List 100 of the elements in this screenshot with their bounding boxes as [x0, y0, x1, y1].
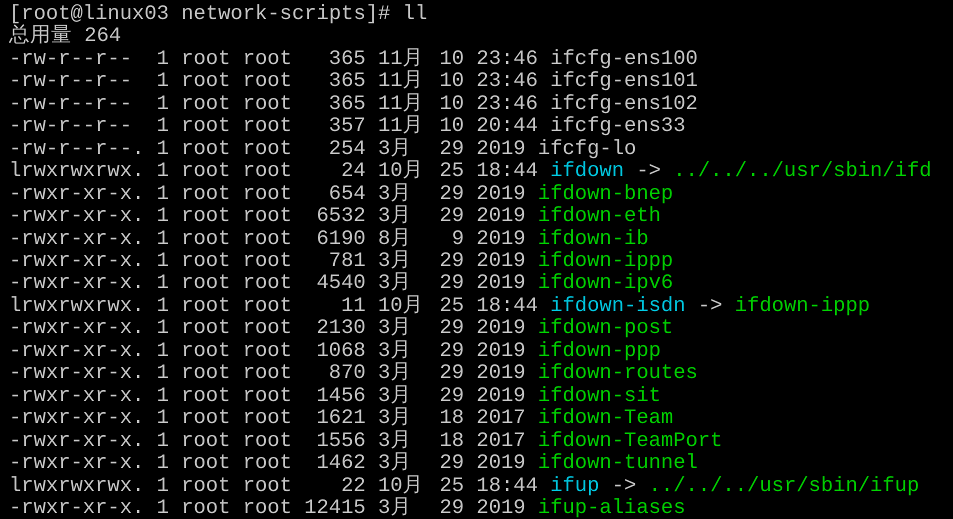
month-text: 11月: [378, 48, 425, 71]
permissions-text: -rwxr-xr-x.: [9, 453, 144, 476]
time-text: 18:44: [476, 161, 538, 184]
file-size: 2130: [315, 318, 366, 341]
permissions-text: -rwxr-xr-x.: [9, 386, 144, 408]
month-text: 10月: [378, 296, 425, 318]
group-text: root: [242, 228, 292, 251]
file-size: 781: [328, 250, 366, 274]
day-text: 25: [440, 476, 464, 498]
permissions-text: -rw-r--r--: [9, 94, 134, 116]
month-text: 11月: [378, 94, 425, 116]
file-size: 4540: [315, 273, 366, 296]
group-text: root: [242, 273, 292, 296]
owner-text: root: [181, 430, 230, 454]
file-size: 6190: [315, 228, 366, 251]
link-count: 1: [156, 184, 169, 206]
group-text: root: [242, 340, 292, 364]
group-text: root: [242, 386, 292, 408]
owner-text: root: [181, 184, 230, 206]
link-target: ifdown-ippp: [734, 296, 870, 318]
time-text: 23:46: [476, 48, 538, 72]
day-text: 29: [440, 453, 464, 476]
link-count: 1: [156, 250, 169, 274]
owner-text: root: [181, 363, 230, 386]
day-text: 25: [440, 296, 464, 318]
month-text: 8月: [378, 228, 412, 251]
file-name: ifdown-ipv6: [538, 273, 674, 296]
link-count: 1: [156, 386, 169, 408]
month-text: 3月: [378, 138, 412, 161]
command-text: ll: [402, 4, 428, 26]
file-name: ifdown-ib: [538, 228, 649, 251]
file-size: 1068: [315, 340, 366, 364]
file-name: ifdown-bnep: [538, 184, 674, 206]
file-size: 365: [328, 48, 366, 72]
link-count: 1: [156, 430, 169, 454]
link-count: 1: [156, 498, 169, 519]
link-count: 1: [156, 453, 169, 476]
file-size: 870: [328, 363, 366, 386]
time-text: 2019: [476, 250, 526, 274]
owner-text: root: [181, 116, 230, 139]
file-size: 365: [328, 71, 366, 94]
file-size: 1456: [315, 386, 366, 408]
file-size: 365: [328, 94, 366, 116]
permissions-text: -rw-r--r--: [9, 48, 134, 72]
file-size: 1621: [315, 408, 366, 431]
group-text: root: [242, 250, 292, 274]
file-name: ifdown: [550, 161, 624, 184]
owner-text: root: [181, 476, 230, 498]
owner-text: root: [181, 138, 230, 162]
file-size: 1556: [315, 430, 366, 454]
group-text: root: [242, 94, 292, 116]
month-text: 3月: [378, 206, 412, 228]
permissions-text: -rwxr-xr-x.: [9, 498, 144, 519]
day-text: 10: [440, 116, 464, 139]
link-count: 1: [156, 340, 169, 364]
day-text: 29: [440, 184, 464, 206]
file-name: ifdown-sit: [538, 386, 661, 408]
permissions-text: -rwxr-xr-x.: [9, 363, 144, 386]
permissions-text: -rw-r--r--.: [9, 138, 144, 161]
month-text: 3月: [378, 318, 412, 340]
file-name: ifdown-TeamPort: [538, 430, 722, 453]
time-text: 2019: [476, 138, 526, 162]
day-text: 29: [440, 340, 464, 364]
month-text: 3月: [378, 273, 412, 296]
link-count: 1: [156, 476, 169, 498]
day-text: 29: [440, 250, 464, 274]
link-count: 1: [156, 94, 169, 116]
file-name: ifdown-tunnel: [538, 453, 698, 476]
link-count: 1: [156, 318, 169, 341]
arrow-text: ->: [698, 296, 722, 318]
time-text: 2017: [476, 430, 526, 454]
link-count: 1: [156, 363, 169, 386]
permissions-text: -rwxr-xr-x.: [9, 430, 144, 454]
permissions-text: lrwxrwxrwx.: [9, 161, 144, 184]
group-text: root: [242, 453, 292, 476]
permissions-text: -rwxr-xr-x.: [9, 340, 144, 364]
owner-text: root: [181, 408, 230, 431]
link-count: 1: [156, 228, 169, 251]
owner-text: root: [181, 71, 230, 94]
day-text: 29: [440, 386, 464, 408]
arrow-text: ->: [636, 161, 661, 184]
day-text: 29: [440, 273, 464, 296]
link-count: 1: [156, 273, 169, 296]
link-count: 1: [156, 116, 169, 139]
file-name: ifcfg-ens101: [550, 71, 698, 94]
file-size: 654: [328, 184, 366, 206]
time-text: 2019: [476, 206, 526, 229]
day-text: 29: [440, 138, 464, 162]
file-name: ifdown-post: [538, 318, 674, 341]
month-text: 3月: [378, 340, 412, 363]
time-text: 2019: [476, 184, 526, 206]
permissions-text: -rw-r--r--: [9, 116, 134, 139]
month-text: 3月: [378, 184, 412, 206]
time-text: 23:46: [476, 94, 538, 116]
file-name: ifcfg-ens102: [550, 94, 698, 116]
permissions-text: -rwxr-xr-x.: [9, 250, 144, 274]
day-text: 29: [440, 498, 464, 519]
group-text: root: [242, 138, 292, 162]
month-text: 3月: [378, 363, 412, 386]
day-text: 18: [440, 430, 464, 454]
